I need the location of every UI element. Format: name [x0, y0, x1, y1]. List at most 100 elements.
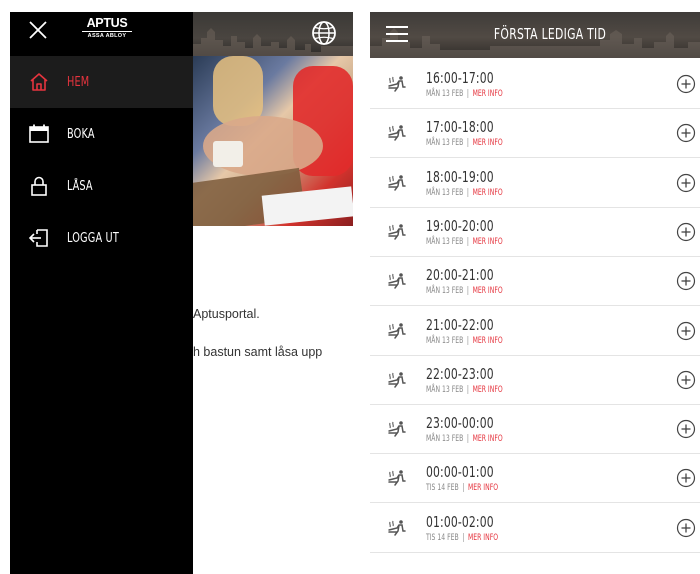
more-info-link[interactable]: MER INFO: [473, 138, 503, 148]
globe-icon[interactable]: [310, 19, 338, 47]
calendar-icon: [29, 124, 49, 143]
separator: |: [466, 138, 469, 149]
slot-date: TIS 14 FEB: [426, 483, 459, 494]
more-info-link[interactable]: MER INFO: [473, 188, 503, 198]
left-screen: Aptusportal. h bastun samt låsa upp APTU…: [10, 12, 353, 574]
slot-meta: MÅN 13 FEB | MER INFO: [426, 286, 503, 296]
sauna-icon: [388, 76, 406, 92]
home-icon: [30, 73, 48, 91]
lock-icon: [31, 176, 47, 196]
slot-meta: MÅN 13 FEB | MER INFO: [426, 434, 503, 444]
slot-date: MÅN 13 FEB: [426, 138, 464, 149]
nav-label-logga-ut: LOGGA UT: [67, 230, 119, 246]
slot-meta: MÅN 13 FEB | MER INFO: [426, 336, 503, 346]
separator: |: [466, 286, 469, 297]
add-booking-icon[interactable]: [676, 370, 696, 390]
right-screen: FÖRSTA LEDIGA TID 16:00-17:00 MÅN 13 FEB |…: [370, 12, 700, 574]
slot-time: 00:00-01:00: [426, 463, 494, 482]
slot-date: TIS 14 FEB: [426, 532, 459, 543]
slot-time: 18:00-19:00: [426, 167, 494, 186]
slot-time: 23:00-00:00: [426, 414, 494, 433]
slot-time: 19:00-20:00: [426, 216, 494, 235]
nav-item-lasa[interactable]: LÅSA: [10, 160, 193, 212]
nav-label-hem: HEM: [67, 74, 90, 90]
nav-item-boka[interactable]: BOKA: [10, 108, 193, 160]
add-booking-icon[interactable]: [676, 321, 696, 341]
time-slot-row[interactable]: 19:00-20:00 MÅN 13 FEB | MER INFO: [370, 208, 700, 257]
separator: |: [466, 187, 469, 198]
separator: |: [466, 89, 469, 99]
slot-date: MÅN 13 FEB: [426, 236, 464, 247]
close-icon[interactable]: [28, 20, 48, 40]
slot-time: 20:00-21:00: [426, 266, 494, 285]
sauna-icon: [388, 125, 406, 142]
time-slot-row[interactable]: 20:00-21:00 MÅN 13 FEB | MER INFO: [370, 257, 700, 307]
time-slot-row[interactable]: 23:00-00:00 MÅN 13 FEB | MER INFO: [370, 405, 700, 455]
more-info-link[interactable]: MER INFO: [473, 434, 503, 444]
time-slot-row[interactable]: 18:00-19:00 MÅN 13 FEB | MER INFO: [370, 159, 700, 208]
add-booking-icon[interactable]: [676, 74, 696, 94]
logout-icon: [28, 229, 48, 247]
header-bar: FÖRSTA LEDIGA TID: [370, 12, 700, 58]
slot-time: 21:00-22:00: [426, 315, 494, 334]
nav-label-lasa: LÅSA: [67, 178, 93, 194]
nav-item-logga-ut[interactable]: LOGGA UT: [10, 212, 193, 264]
add-booking-icon[interactable]: [676, 468, 696, 488]
slot-time: 17:00-18:00: [426, 118, 494, 137]
slot-meta: MÅN 13 FEB | MER INFO: [426, 385, 503, 395]
add-booking-icon[interactable]: [676, 222, 696, 242]
more-info-link[interactable]: MER INFO: [468, 533, 498, 543]
more-info-link[interactable]: MER INFO: [473, 286, 503, 296]
more-info-link[interactable]: MER INFO: [473, 385, 503, 395]
slot-time: 16:00-17:00: [426, 69, 494, 87]
slot-time: 22:00-23:00: [426, 364, 494, 383]
sauna-icon: [388, 371, 406, 388]
slot-meta: TIS 14 FEB | MER INFO: [426, 533, 498, 543]
separator: |: [466, 335, 469, 346]
page-title: FÖRSTA LEDIGA TID: [493, 25, 607, 43]
time-slot-row[interactable]: 22:00-23:00 MÅN 13 FEB | MER INFO: [370, 356, 700, 405]
screenshot: Aptusportal. h bastun samt låsa upp APTU…: [0, 0, 700, 574]
logo-sub-text: ASSA ABLOY: [82, 31, 132, 39]
slot-date: MÅN 13 FEB: [426, 187, 464, 198]
separator: |: [466, 384, 469, 395]
sauna-icon: [388, 224, 406, 240]
aptus-logo: APTUS ASSA ABLOY: [82, 16, 132, 39]
sauna-icon: [388, 322, 406, 339]
add-booking-icon[interactable]: [676, 271, 696, 291]
separator: |: [466, 434, 469, 445]
nav-item-hem[interactable]: HEM: [10, 56, 193, 108]
more-info-link[interactable]: MER INFO: [473, 237, 503, 247]
time-slot-row[interactable]: 00:00-01:00 TIS 14 FEB | MER INFO: [370, 454, 700, 504]
time-slot-row[interactable]: 01:00-02:00 TIS 14 FEB | MER INFO: [370, 504, 700, 553]
slot-date: MÅN 13 FEB: [426, 89, 464, 99]
slot-time: 01:00-02:00: [426, 512, 494, 531]
sauna-icon: [388, 174, 406, 191]
sauna-icon: [388, 273, 406, 289]
sauna-icon: [388, 421, 406, 437]
nav-label-boka: BOKA: [67, 126, 95, 142]
slot-date: MÅN 13 FEB: [426, 434, 464, 445]
separator: |: [466, 236, 469, 247]
sauna-icon: [388, 470, 406, 487]
more-info-link[interactable]: MER INFO: [473, 336, 503, 346]
time-slot-row[interactable]: 17:00-18:00 MÅN 13 FEB | MER INFO: [370, 109, 700, 159]
intro-text-line-2: h bastun samt låsa upp: [193, 345, 323, 359]
slot-meta: MÅN 13 FEB | MER INFO: [426, 237, 503, 247]
more-info-link[interactable]: MER INFO: [468, 483, 498, 493]
add-booking-icon[interactable]: [676, 419, 696, 439]
slot-date: MÅN 13 FEB: [426, 384, 464, 395]
navigation-drawer: APTUS ASSA ABLOY HEM BOKA LÅSA LOGGA UT: [10, 12, 193, 574]
logo-main-text: APTUS: [86, 16, 128, 30]
add-booking-icon[interactable]: [676, 123, 696, 143]
time-slot-row[interactable]: 16:00-17:00 MÅN 13 FEB | MER INFO: [370, 60, 700, 109]
intro-text-line-1: Aptusportal.: [193, 307, 260, 321]
slot-meta: MÅN 13 FEB | MER INFO: [426, 188, 503, 198]
add-booking-icon[interactable]: [676, 518, 696, 538]
add-booking-icon[interactable]: [676, 173, 696, 193]
slot-meta: MÅN 13 FEB | MER INFO: [426, 89, 503, 99]
slot-meta: TIS 14 FEB | MER INFO: [426, 483, 498, 493]
more-info-link[interactable]: MER INFO: [473, 89, 503, 99]
time-slot-row[interactable]: 21:00-22:00 MÅN 13 FEB | MER INFO: [370, 307, 700, 356]
menu-icon[interactable]: [386, 25, 408, 43]
